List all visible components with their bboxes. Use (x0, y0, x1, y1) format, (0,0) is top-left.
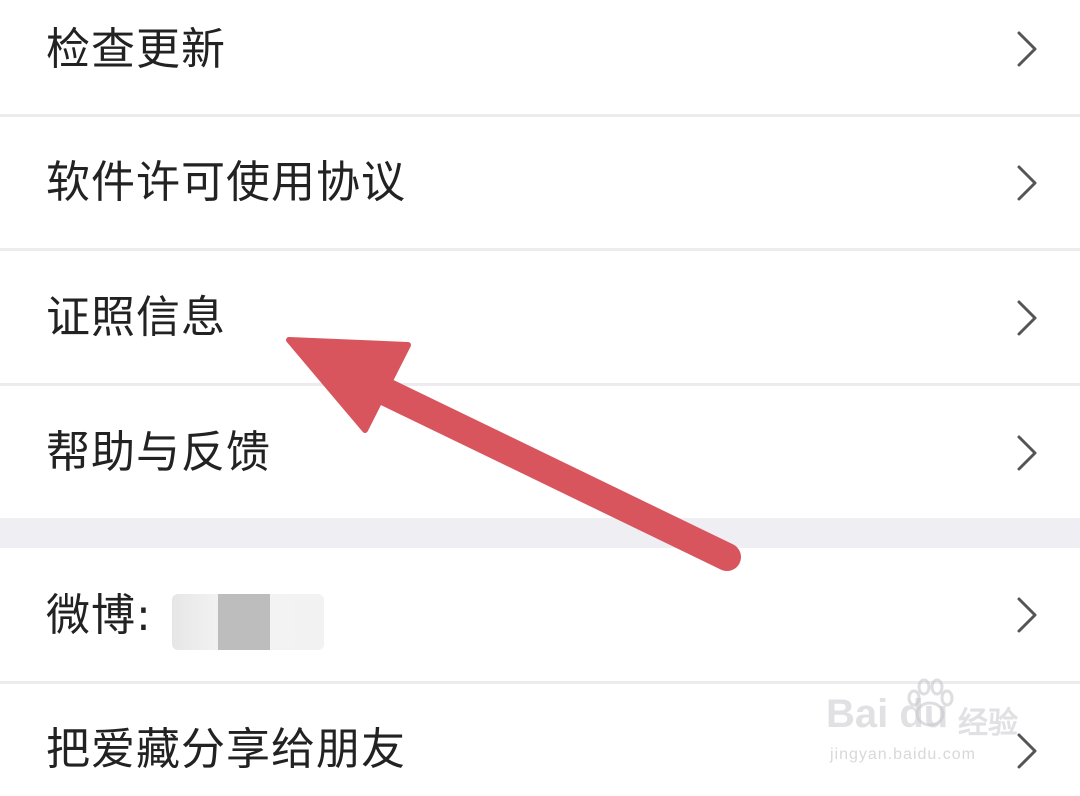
chevron-right-icon (1017, 597, 1037, 633)
menu-item-label: 检查更新 (46, 24, 226, 75)
menu-item-label: 软件许可使用协议 (46, 157, 406, 208)
about-settings-screen: 检查更新 软件许可使用协议 证照信息 帮助与反馈 微博: 把爱藏分享给朋友 Ba… (0, 0, 1080, 796)
menu-item-weibo[interactable]: 微博: (0, 548, 1080, 681)
menu-item-license-info[interactable]: 证照信息 (0, 251, 1080, 383)
chevron-right-icon (1017, 435, 1037, 471)
chevron-right-icon (1017, 300, 1037, 336)
menu-item-software-license[interactable]: 软件许可使用协议 (0, 117, 1080, 248)
chevron-right-icon (1017, 733, 1037, 769)
menu-item-share-with-friends[interactable]: 把爱藏分享给朋友 (0, 684, 1080, 796)
chevron-right-icon (1017, 31, 1037, 67)
chevron-right-icon (1017, 165, 1037, 201)
menu-item-help-feedback[interactable]: 帮助与反馈 (0, 386, 1080, 518)
menu-item-label: 微博: (46, 590, 152, 641)
menu-item-label: 把爱藏分享给朋友 (46, 724, 406, 775)
menu-item-label: 帮助与反馈 (46, 427, 271, 478)
menu-item-check-update[interactable]: 检查更新 (0, 0, 1080, 114)
redacted-account-name-block (218, 594, 270, 650)
section-separator (0, 518, 1080, 548)
menu-item-label: 证照信息 (46, 292, 226, 343)
